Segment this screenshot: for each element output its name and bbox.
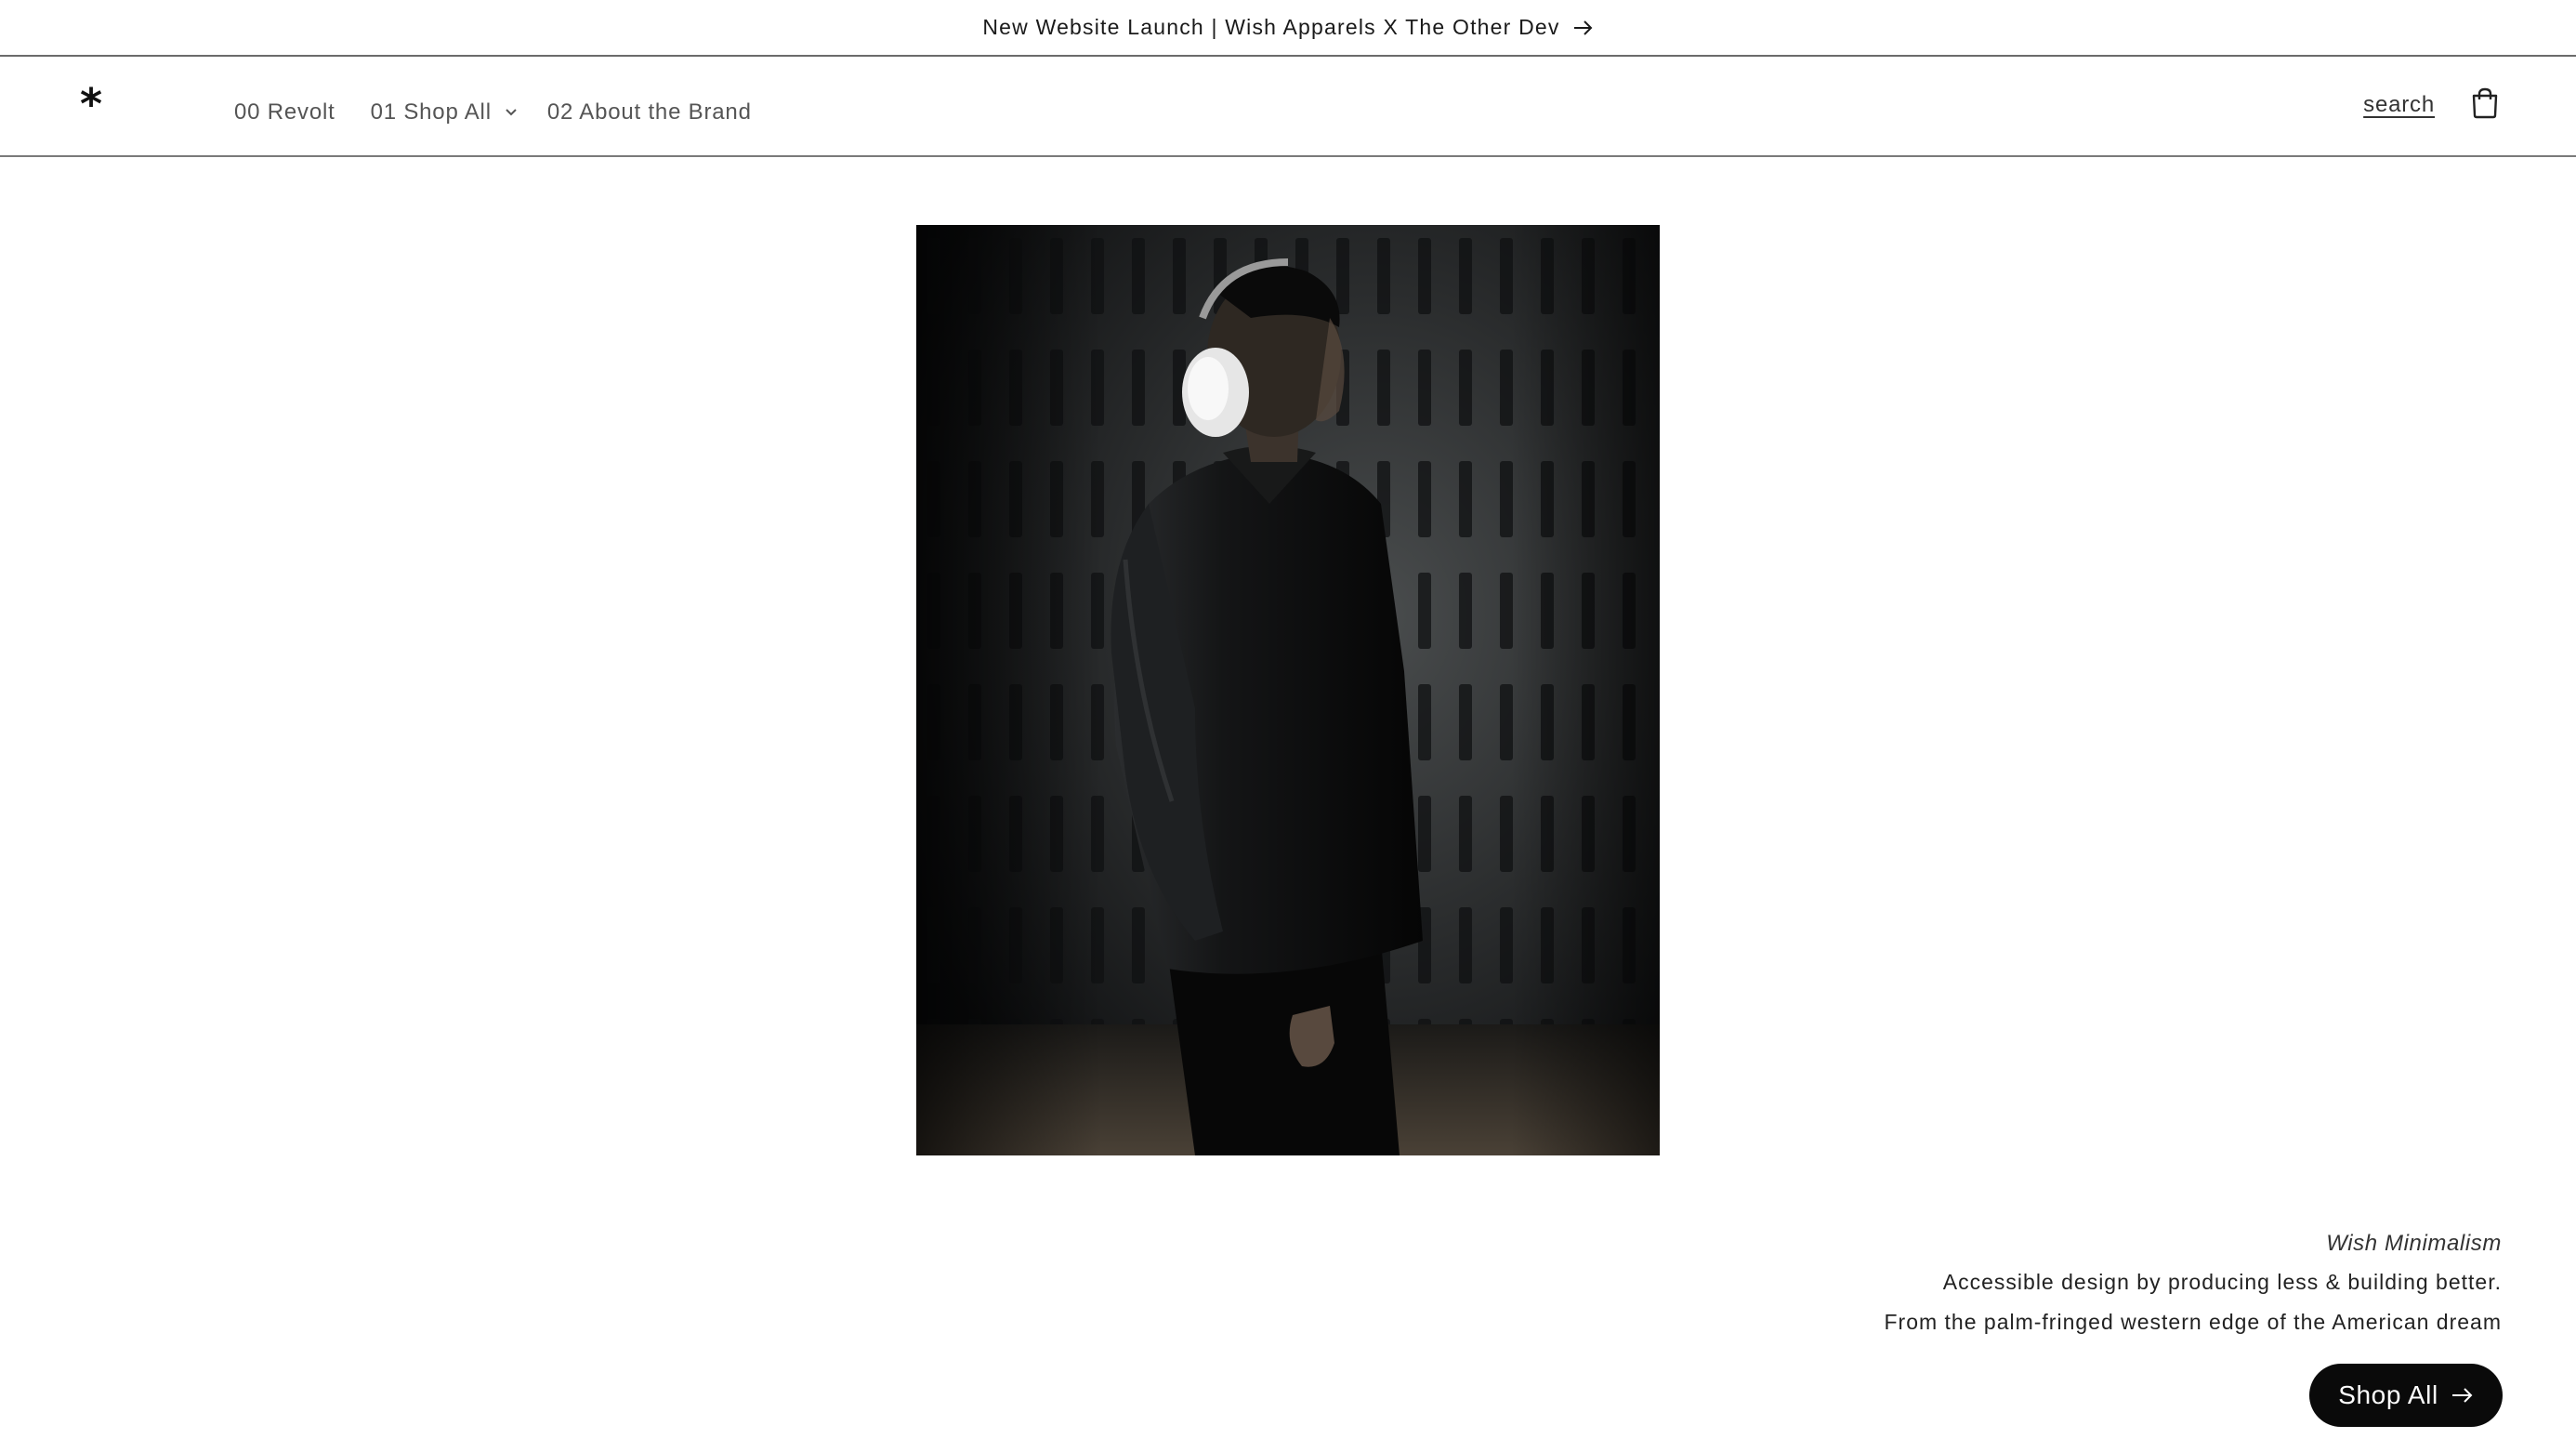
nav-item-label: 02 About the Brand — [546, 99, 752, 125]
nav-item-label: 01 Shop All — [370, 99, 492, 125]
nav-item-about-brand[interactable]: 02 About the Brand — [547, 99, 752, 125]
main-nav: 00 Revolt 01 Shop All 02 About the Brand — [234, 99, 752, 125]
announcement-bar[interactable]: New Website Launch | Wish Apparels X The… — [0, 0, 2576, 57]
site-header: * 00 Revolt 01 Shop All 02 About the Bra… — [0, 57, 2576, 157]
nav-item-label: 00 Revolt — [234, 99, 335, 125]
logo[interactable]: * — [80, 83, 102, 125]
nav-item-shop-all[interactable]: 01 Shop All — [371, 99, 518, 125]
nav-item-revolt[interactable]: 00 Revolt — [234, 99, 335, 125]
chevron-down-icon — [505, 106, 518, 119]
feature-text: Wish Minimalism Accessible design by pro… — [1387, 1225, 2502, 1342]
hero-image — [916, 225, 1660, 1155]
announcement-text[interactable]: New Website Launch | Wish Apparels X The… — [982, 15, 1559, 40]
feature-line-1: Accessible design by producing less & bu… — [1942, 1270, 2502, 1294]
shop-all-label: Shop All — [2338, 1380, 2438, 1409]
feature-title: Wish Minimalism — [2326, 1231, 2502, 1256]
arrow-right-icon — [1573, 20, 1594, 36]
search-link[interactable]: search — [2363, 92, 2435, 118]
feature-line-2: From the palm-fringed western edge of th… — [1884, 1310, 2502, 1334]
arrow-right-icon — [2451, 1387, 2474, 1404]
cart-icon[interactable] — [2468, 86, 2502, 120]
shop-all-button[interactable]: Shop All — [2309, 1364, 2503, 1427]
